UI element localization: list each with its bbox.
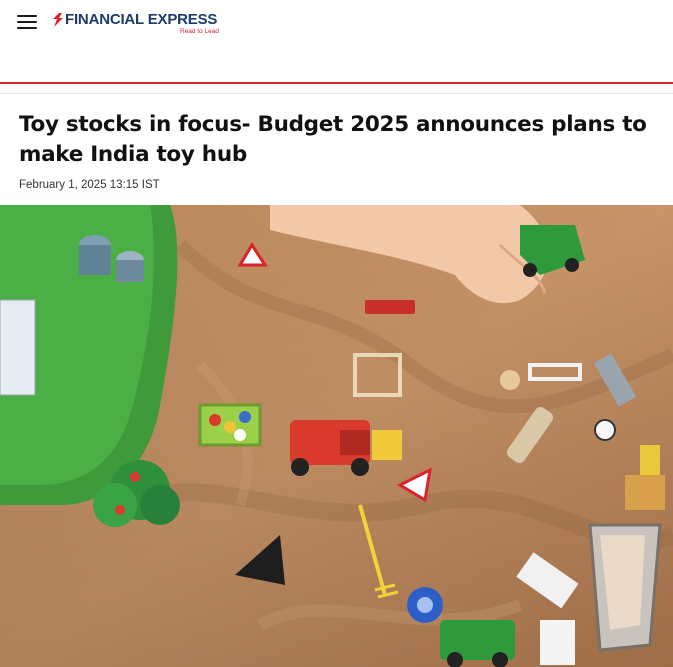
logo-wordmark: FINANCIAL EXPRESS xyxy=(65,11,218,28)
article-dateline: February 1, 2025 13:15 IST xyxy=(19,179,160,191)
hero-image xyxy=(0,205,673,667)
hero-toys-illustration xyxy=(0,205,673,667)
menu-line xyxy=(17,21,37,23)
site-header: FINANCIAL EXPRESS Read to Lead xyxy=(0,0,673,84)
article-headline: Toy stocks in focus- Budget 2025 announc… xyxy=(19,112,647,167)
section-divider xyxy=(0,93,673,94)
logo-flame-icon xyxy=(53,13,63,27)
hamburger-menu-icon[interactable] xyxy=(17,13,39,30)
header-divider xyxy=(0,82,673,84)
site-logo[interactable]: FINANCIAL EXPRESS Read to Lead xyxy=(52,10,227,38)
menu-line xyxy=(17,15,37,17)
menu-line xyxy=(17,27,37,29)
logo-tagline: Read to Lead xyxy=(180,28,220,35)
